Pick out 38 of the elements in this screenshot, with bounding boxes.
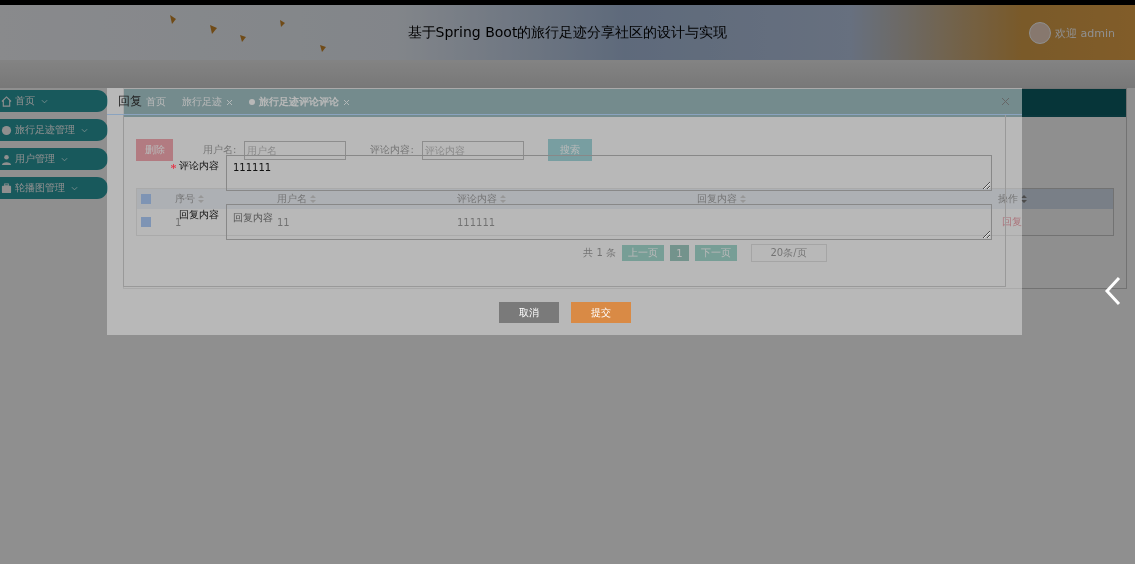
page-button[interactable]: 1 — [670, 245, 689, 261]
tab[interactable]: 首页 — [146, 95, 166, 109]
sidebar-label: 用户管理 — [15, 152, 55, 166]
sort-icon[interactable] — [1020, 195, 1027, 203]
cancel-button[interactable]: 取消 — [498, 302, 559, 323]
sidebar-label: 首页 — [15, 94, 35, 108]
chevron-down-icon — [61, 156, 68, 162]
page-title: 基于Spring Boot的旅行足迹分享社区的设计与实现 — [407, 23, 728, 42]
checkbox[interactable] — [141, 217, 151, 227]
user-icon — [1, 153, 12, 165]
table-cell: 11 — [277, 216, 290, 228]
chevron-left-icon[interactable] — [1103, 276, 1123, 306]
tab[interactable]: 旅行足迹 — [182, 95, 222, 109]
sidebar-item[interactable]: 旅行足迹管理 — [0, 119, 108, 141]
text-area[interactable]: 111111 — [226, 155, 992, 191]
table-cell: 111111 — [457, 216, 496, 228]
sidebar-label: 轮播图管理 — [15, 181, 65, 195]
chevron-down-icon — [41, 98, 48, 104]
home-icon — [1, 95, 12, 107]
page-size-select[interactable]: 20条/页 — [750, 244, 827, 262]
close-icon[interactable] — [1001, 96, 1010, 106]
circle-icon — [1, 124, 12, 136]
chevron-down-icon — [71, 185, 78, 191]
field-label: 评论内容 — [179, 159, 219, 173]
total-count: 共 1 条 — [583, 246, 617, 260]
welcome-text: 欢迎 admin — [1055, 25, 1115, 41]
field-label: 回复内容 — [179, 208, 219, 220]
submit-button[interactable]: 提交 — [570, 302, 631, 323]
sidebar-item[interactable]: 轮播图管理 — [0, 177, 108, 199]
search-button[interactable]: 搜索 — [547, 139, 592, 161]
chevron-down-icon — [81, 127, 88, 133]
checkbox[interactable] — [141, 194, 151, 204]
sidebar-item[interactable]: 用户管理 — [0, 148, 108, 170]
briefcase-icon — [1, 182, 12, 194]
sidebar-label: 旅行足迹管理 — [15, 123, 75, 137]
sidebar-item[interactable]: 首页 — [0, 90, 108, 112]
avatar-icon — [1029, 22, 1052, 44]
tab[interactable]: 旅行足迹评论评论 — [259, 95, 339, 109]
